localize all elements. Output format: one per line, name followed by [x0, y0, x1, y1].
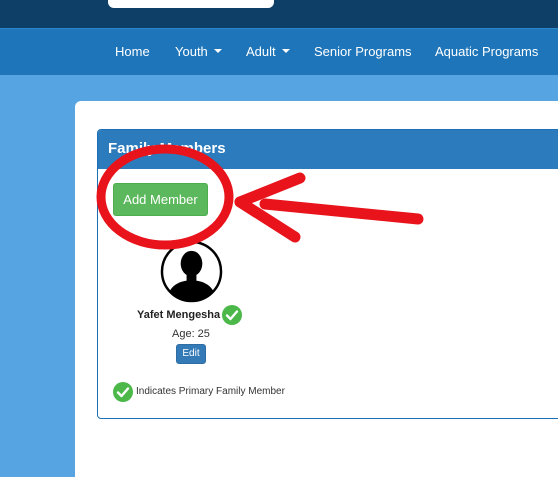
nav-item-youth[interactable]: Youth: [175, 44, 222, 60]
caret-down-icon: [213, 49, 222, 53]
add-member-button[interactable]: Add Member: [113, 183, 208, 216]
member-name: Yafet Mengesha: [137, 309, 221, 321]
panel-title: Family Members: [108, 140, 226, 157]
person-silhouette-icon: [160, 240, 223, 303]
top-bar: [0, 0, 558, 28]
edit-member-button[interactable]: Edit: [176, 344, 206, 364]
nav-item-label: Senior Programs: [314, 44, 412, 59]
main-nav: Home Youth Adult Senior Programs Aquatic…: [0, 28, 558, 75]
nav-item-label: Adult: [246, 44, 276, 59]
nav-item-label: Youth: [175, 44, 208, 59]
nav-item-home[interactable]: Home: [115, 44, 150, 60]
nav-item-adult[interactable]: Adult: [246, 44, 290, 60]
member-age: Age: 25: [172, 328, 210, 340]
nav-item-senior-programs[interactable]: Senior Programs: [314, 44, 412, 60]
caret-down-icon: [281, 49, 290, 53]
search-box[interactable]: [108, 0, 274, 8]
panel-header: Family Members: [98, 130, 558, 169]
primary-member-legend: Indicates Primary Family Member: [136, 386, 285, 397]
check-circle-icon: [222, 305, 242, 325]
nav-item-aquatic-programs[interactable]: Aquatic Programs: [435, 44, 538, 60]
nav-item-label: Aquatic Programs: [435, 44, 539, 59]
nav-item-label: Home: [115, 44, 150, 59]
check-circle-icon: [113, 382, 133, 402]
